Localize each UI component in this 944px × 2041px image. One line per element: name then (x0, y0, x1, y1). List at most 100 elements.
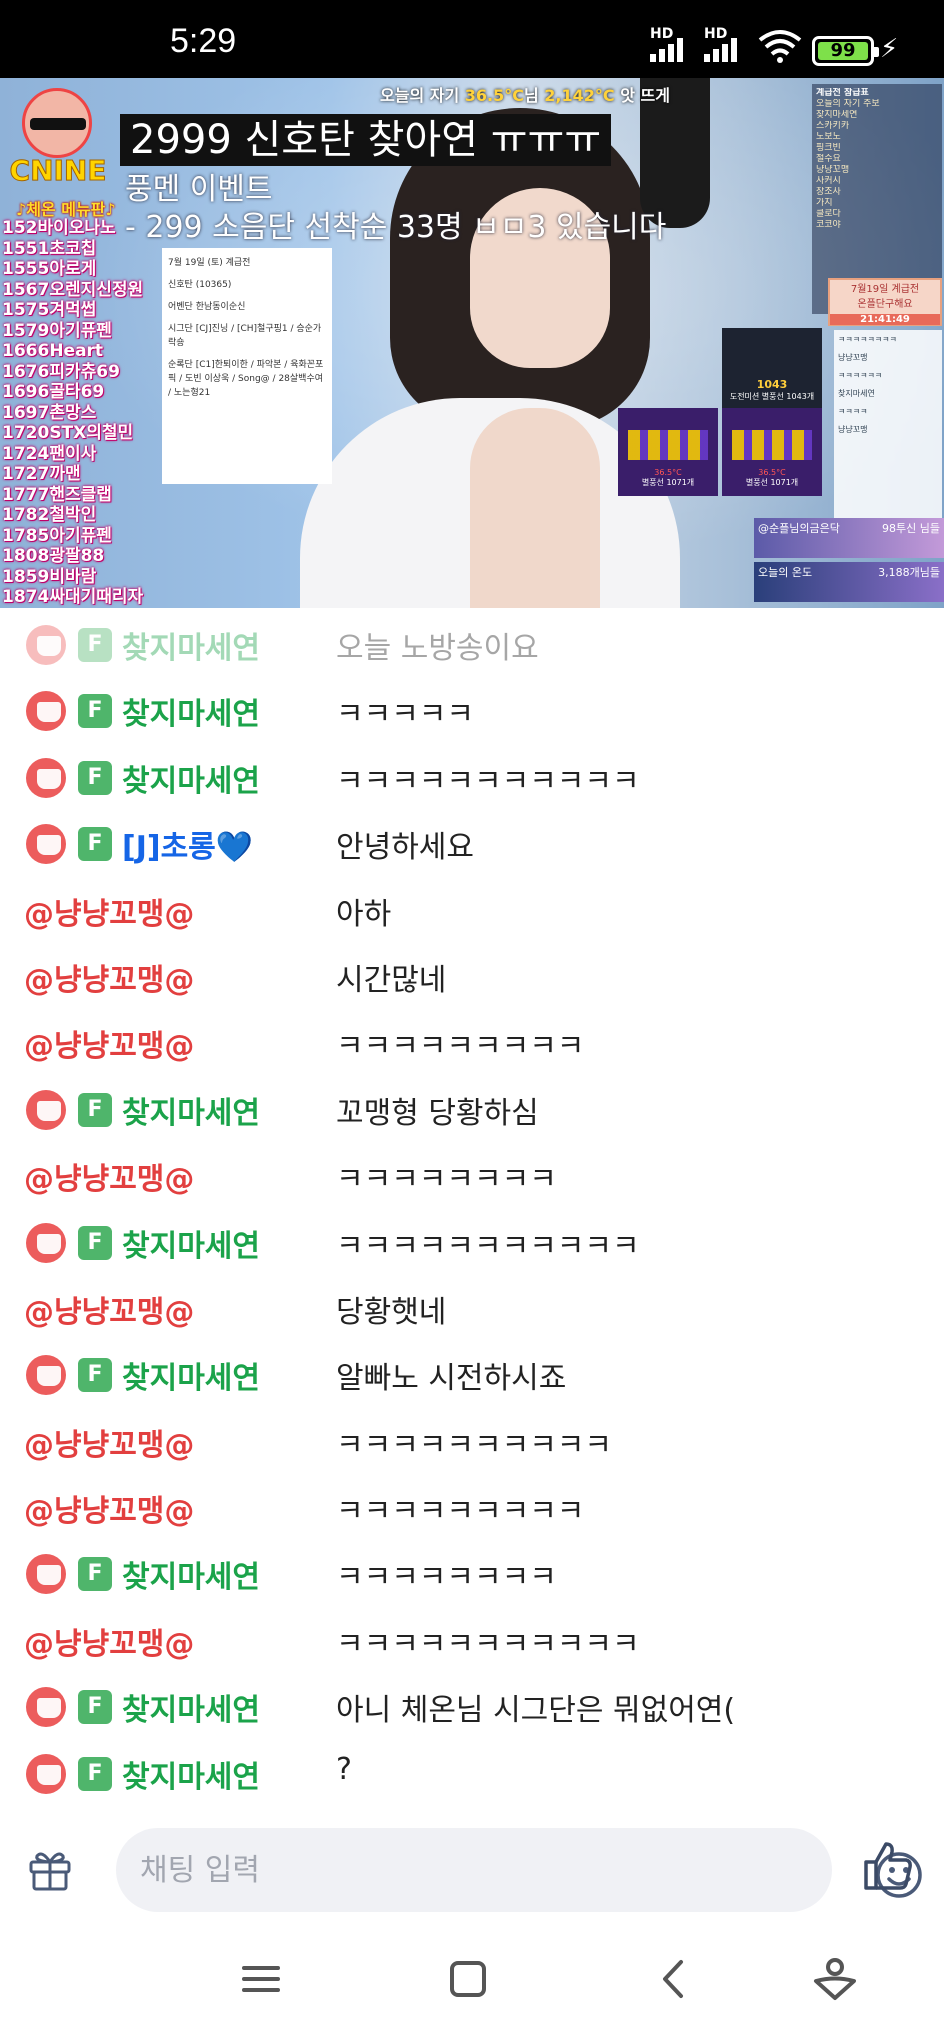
chat-message-text: 알빠노 시전하시죠 (336, 1361, 567, 1397)
chat-message-row[interactable]: @냥냥꼬맹@ 시간많네 (0, 940, 944, 1006)
chat-nickname[interactable]: @냥냥꼬맹@ (24, 1420, 194, 1464)
chat-nickname[interactable]: @냥냥꼬맹@ (24, 889, 194, 933)
supporter-cup-icon (26, 1753, 66, 1794)
menu-icon[interactable] (236, 1954, 286, 2004)
chat-message-row[interactable]: @냥냥꼬맹@ 당황햇네 (0, 1272, 944, 1338)
chat-nickname[interactable]: 찾지마세연 (122, 1552, 260, 1596)
chat-message-row[interactable]: @냥냥꼬맹@ ㅋㅋㅋㅋㅋㅋㅋㅋㅋ (0, 1006, 944, 1072)
wifi-icon (758, 30, 802, 63)
chat-nickname[interactable]: @냥냥꼬맹@ (24, 1154, 194, 1198)
chat-nickname[interactable]: @냥냥꼬맹@ (24, 955, 194, 999)
chat-message-text: ㅋㅋㅋㅋㅋㅋㅋㅋㅋ (336, 1494, 585, 1530)
fan-badge-icon: F (78, 628, 112, 662)
chat-message-row[interactable]: F 찾지마세연 ㅋㅋㅋㅋㅋㅋㅋㅋ (0, 1537, 944, 1603)
video-player[interactable]: 오늘의 자기 36.5°C님 2,142°C 앗 뜨게 2999 신호탄 찾아연… (0, 78, 944, 608)
chat-nickname[interactable]: @냥냥꼬맹@ (24, 1619, 194, 1663)
battery-level: 99 (830, 40, 856, 61)
chat-message-text: 꼬맹형 당황하심 (336, 1095, 539, 1131)
chat-message-text: ? (336, 1751, 352, 1787)
menu-item: 1666Heart (2, 341, 104, 361)
chat-message-text: ㅋㅋㅋㅋㅋ (336, 697, 474, 733)
chat-nickname[interactable]: 찾지마세연 (122, 1221, 260, 1265)
chat-nickname[interactable]: 찾지마세연 (122, 1685, 260, 1729)
chat-nickname[interactable]: 찾지마세연 (122, 1353, 260, 1397)
chat-message-row[interactable]: F 찾지마세연 오늘 노방송이요 (0, 608, 944, 674)
chat-message-text: ㅋㅋㅋㅋㅋㅋㅋㅋㅋㅋㅋ (336, 1228, 640, 1264)
menu-item: 1551초코칩 (2, 238, 97, 259)
mission-widget: 1043 도전미션 별풍선 1043개 (722, 328, 822, 418)
chat-nickname[interactable]: 찾지마세연 (122, 1752, 260, 1796)
chat-list[interactable]: F 찾지마세연 오늘 노방송이요 F 찾지마세연 ㅋㅋㅋㅋㅋ F 찾지마세연 ㅋㅋㅋㅋㅋㅋㅋㅋㅋ… (0, 608, 944, 1820)
charging-icon: ⚡ (880, 34, 899, 64)
menu-item: 1859비바람 (2, 566, 97, 587)
menu-item: 1555아로게 (2, 259, 97, 279)
chat-message-row[interactable]: F 찾지마세연? (0, 1737, 944, 1803)
chat-input-field[interactable] (116, 1828, 922, 1912)
fan-badge-icon: F (78, 1092, 112, 1127)
menu-item: 1720STX의철민 (2, 423, 134, 443)
chat-nickname[interactable]: 찾지마세연 (122, 1088, 260, 1132)
fan-badge-icon: F (78, 1358, 112, 1393)
thumbs-up-icon[interactable] (862, 1840, 914, 1892)
menu-board-list: 152바이오나노 1551초코칩 1555아로게 1567오렌지신정원 1575… (2, 218, 143, 608)
chat-nickname[interactable]: [J]초롱💙 (122, 822, 253, 866)
chat-message-row[interactable]: F 찾지마세연 ㅋㅋㅋㅋㅋ (0, 674, 944, 740)
chat-message-text: 안녕하세요 (336, 830, 474, 866)
fan-badge-icon: F (78, 694, 112, 729)
supporter-cup-icon (26, 691, 66, 732)
chat-message-text: ㅋㅋㅋㅋㅋㅋㅋㅋㅋㅋㅋ (336, 1626, 640, 1662)
chat-nickname[interactable]: @냥냥꼬맹@ (24, 1486, 194, 1530)
chat-message-row[interactable]: @냥냥꼬맹@ ㅋㅋㅋㅋㅋㅋㅋㅋㅋㅋ (0, 1405, 944, 1471)
chat-message-text: 당황햇네 (336, 1294, 447, 1330)
chat-message-text: 아하 (336, 896, 392, 932)
chat-input[interactable] (140, 1844, 760, 1896)
back-chevron-icon[interactable] (650, 1954, 700, 2004)
menu-item: 1697촌망스 (2, 402, 97, 423)
chat-message-row[interactable]: F 찾지마세연 ㅋㅋㅋㅋㅋㅋㅋㅋㅋㅋㅋ (0, 741, 944, 807)
menu-item: 1696골타69 (2, 382, 105, 402)
chat-nickname[interactable]: 찾지마세연 (122, 623, 260, 667)
chat-message-row[interactable]: @냥냥꼬맹@ 아하 (0, 874, 944, 940)
chat-message-row[interactable]: @냥냥꼬맹@ ㅋㅋㅋㅋㅋㅋㅋㅋㅋㅋㅋ (0, 1604, 944, 1670)
menu-item: 1777핸즈클랩 (2, 484, 112, 505)
chat-message-row[interactable]: F 찾지마세연 알빠노 시전하시죠 (0, 1338, 944, 1404)
supporter-cup-icon (26, 1554, 66, 1595)
fan-badge-icon: F (78, 760, 112, 795)
supporter-cup-icon (26, 757, 66, 798)
chat-message-text: ㅋㅋㅋㅋㅋㅋㅋㅋㅋㅋ (336, 1427, 612, 1463)
status-time: 5:29 (170, 22, 237, 60)
menu-item: 152바이오나노 (2, 218, 116, 238)
menu-item: 1575겨먹썹 (2, 300, 97, 320)
battery-icon: 99 (812, 36, 879, 66)
menu-item: 1676피카츄69 (2, 361, 120, 382)
gift-icon[interactable] (28, 1848, 72, 1892)
fan-badge-icon: F (78, 1690, 112, 1725)
menu-board-title: ♪체온 메뉴판♪ (16, 200, 116, 219)
menu-item: 1785아기퓨펜 (2, 525, 112, 546)
chat-message-row[interactable]: F [J]초롱💙 안녕하세요 (0, 807, 944, 873)
fan-badge-icon: F (78, 1557, 112, 1592)
supporter-cup-icon (26, 1089, 66, 1130)
chat-message-text: ㅋㅋㅋㅋㅋㅋㅋㅋ (336, 1560, 557, 1596)
chat-input-bar (0, 1820, 944, 1920)
supporter-cup-icon (26, 625, 66, 665)
menu-item: 1727까맨 (2, 464, 81, 484)
chat-nickname[interactable]: 찾지마세연 (122, 689, 260, 733)
chat-message-row[interactable]: F 찾지마세연 ㅋㅋㅋㅋㅋㅋㅋㅋㅋㅋㅋ (0, 1206, 944, 1272)
system-nav-bar (0, 1920, 944, 2041)
menu-item: 1567오렌지신정원 (2, 279, 144, 300)
chat-message-row[interactable]: @냥냥꼬맹@ ㅋㅋㅋㅋㅋㅋㅋㅋㅋ (0, 1471, 944, 1537)
stream-overlay-subtitle-2: - 299 소음단 선착순 33명 ㅂㅁ3 있습니다 (125, 210, 667, 245)
chat-nickname[interactable]: @냥냥꼬맹@ (24, 1287, 194, 1331)
menu-item: 1579아기퓨펜 (2, 320, 112, 341)
chat-message-row[interactable]: @냥냥꼬맹@ ㅋㅋㅋㅋㅋㅋㅋㅋ (0, 1139, 944, 1205)
overlay-chat: ㅋㅋㅋㅋㅋㅋㅋㅋ 냥냥꼬맹 ㅋㅋㅋㅋㅋㅋ 찾지마세연 ㅋㅋㅋㅋ 냥냥꼬맹 (834, 330, 942, 530)
person-assistant-icon[interactable] (810, 1954, 860, 2004)
chat-message-row[interactable]: F 찾지마세연 꼬맹형 당황하심 (0, 1073, 944, 1139)
chat-nickname[interactable]: @냥냥꼬맹@ (24, 1021, 194, 1065)
chat-nickname[interactable]: 찾지마세연 (122, 756, 260, 800)
square-home-icon[interactable] (443, 1954, 493, 2004)
chat-message-text: ㅋㅋㅋㅋㅋㅋㅋㅋㅋㅋㅋ (336, 763, 640, 799)
supporter-cup-icon (26, 824, 66, 865)
chat-message-row[interactable]: F 찾지마세연 아니 체온님 시그단은 뭐없어연( (0, 1670, 944, 1736)
